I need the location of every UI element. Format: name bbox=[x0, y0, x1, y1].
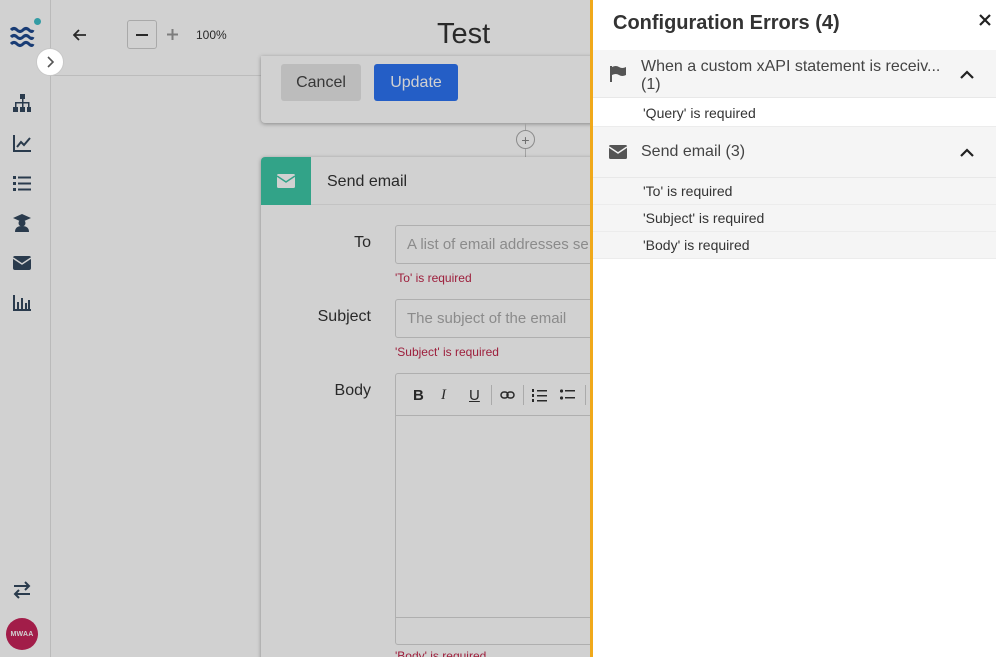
modal-overlay[interactable] bbox=[0, 0, 592, 657]
chevron-up-icon[interactable] bbox=[957, 142, 977, 162]
error-group-label: When a custom xAPI statement is receiv..… bbox=[641, 58, 941, 94]
group-title: When a custom xAPI statement is receiv..… bbox=[641, 58, 941, 75]
error-item: 'Subject' is required bbox=[593, 205, 996, 232]
error-group-trigger[interactable]: When a custom xAPI statement is receiv..… bbox=[593, 50, 996, 98]
close-icon[interactable] bbox=[977, 12, 993, 28]
error-item: 'To' is required bbox=[593, 178, 996, 205]
group-title: Send email (3) bbox=[641, 143, 746, 160]
group-count: (1) bbox=[641, 76, 661, 93]
error-group-send-email[interactable]: Send email (3) bbox=[593, 127, 996, 178]
error-item: 'Query' is required bbox=[593, 100, 996, 127]
expand-sidebar-button[interactable] bbox=[36, 48, 64, 76]
panel-title: Configuration Errors (4) bbox=[613, 12, 840, 34]
envelope-icon bbox=[608, 142, 628, 162]
flag-icon bbox=[608, 64, 628, 84]
error-item: 'Body' is required bbox=[593, 232, 996, 259]
configuration-errors-panel: Configuration Errors (4) When a custom x… bbox=[590, 0, 996, 657]
chevron-up-icon[interactable] bbox=[957, 64, 977, 84]
